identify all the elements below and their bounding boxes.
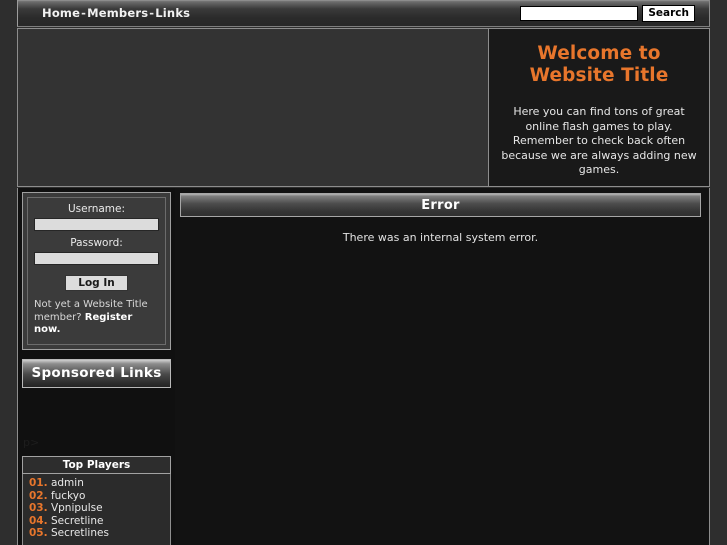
list-item[interactable]: 03. Vpnipulse (29, 502, 164, 516)
player-name: admin (50, 477, 84, 489)
content-area: Username: Password: Log In Not yet a Web… (17, 188, 710, 545)
welcome-body-text: Here you can find tons of great online f… (501, 105, 697, 176)
top-players-title: Top Players (62, 458, 131, 471)
list-item[interactable]: 02. fuckyo (29, 490, 164, 503)
welcome-title-line1: Welcome to (537, 43, 661, 64)
player-rank: 02. (29, 489, 48, 502)
welcome-panel: Welcome to Website Title Here you can fi… (488, 28, 710, 187)
player-rank: 03. (29, 502, 48, 514)
sponsored-links-header: Sponsored Links (22, 358, 171, 388)
sidebar: Username: Password: Log In Not yet a Web… (18, 188, 175, 545)
login-box: Username: Password: Log In Not yet a Web… (22, 192, 171, 350)
welcome-title: Welcome to Website Title (495, 43, 703, 87)
login-button-row: Log In (34, 271, 159, 291)
login-box-inner: Username: Password: Log In Not yet a Web… (27, 197, 166, 345)
nav-item-links[interactable]: Links (155, 6, 190, 20)
error-panel-title: Error (421, 197, 460, 213)
username-input[interactable] (34, 218, 159, 231)
nav-item-members[interactable]: Members (87, 6, 148, 20)
error-message: There was an internal system error. (342, 231, 539, 244)
stray-markup-artifact: p> (23, 435, 40, 449)
banner-image-placeholder (17, 28, 488, 187)
welcome-title-line2: Website Title (529, 65, 669, 86)
main-column: Error There was an internal system error… (175, 188, 709, 545)
list-item[interactable]: 04. Secretline (29, 515, 164, 528)
player-name: Secretline (50, 514, 104, 527)
search-form: Search (520, 4, 695, 22)
log-in-button[interactable]: Log In (65, 275, 128, 291)
player-name: Vpnipulse (50, 502, 103, 514)
player-rank: 05. (29, 527, 48, 539)
page-root: Home-Members-Links Search Welcome to Web… (0, 0, 727, 545)
password-input[interactable] (34, 252, 159, 265)
list-item[interactable]: 05. Secretlines (29, 527, 164, 541)
username-label: Username: (67, 203, 126, 215)
sponsored-links-title: Sponsored Links (31, 365, 162, 381)
password-label: Password: (70, 237, 123, 249)
nav-links: Home-Members-Links (42, 6, 190, 20)
register-prompt: Not yet a Website Title member? Register… (34, 299, 159, 337)
nav-item-home[interactable]: Home (42, 6, 80, 20)
top-navigation-bar: Home-Members-Links Search (17, 0, 710, 27)
error-panel-header: Error (180, 193, 701, 217)
player-rank: 01. (29, 477, 48, 489)
player-name: Secretlines (50, 527, 109, 539)
player-name: fuckyo (50, 489, 86, 502)
player-rank: 04. (29, 514, 48, 527)
top-players-header: Top Players (22, 455, 171, 474)
search-input[interactable] (520, 5, 639, 21)
list-item[interactable]: 01. admin (29, 477, 164, 491)
top-players-list: 01. admin 02. fuckyo 03. Vpnipulse 04. S… (22, 473, 171, 545)
search-button[interactable]: Search (642, 4, 695, 22)
banner-row: Welcome to Website Title Here you can fi… (17, 28, 710, 187)
